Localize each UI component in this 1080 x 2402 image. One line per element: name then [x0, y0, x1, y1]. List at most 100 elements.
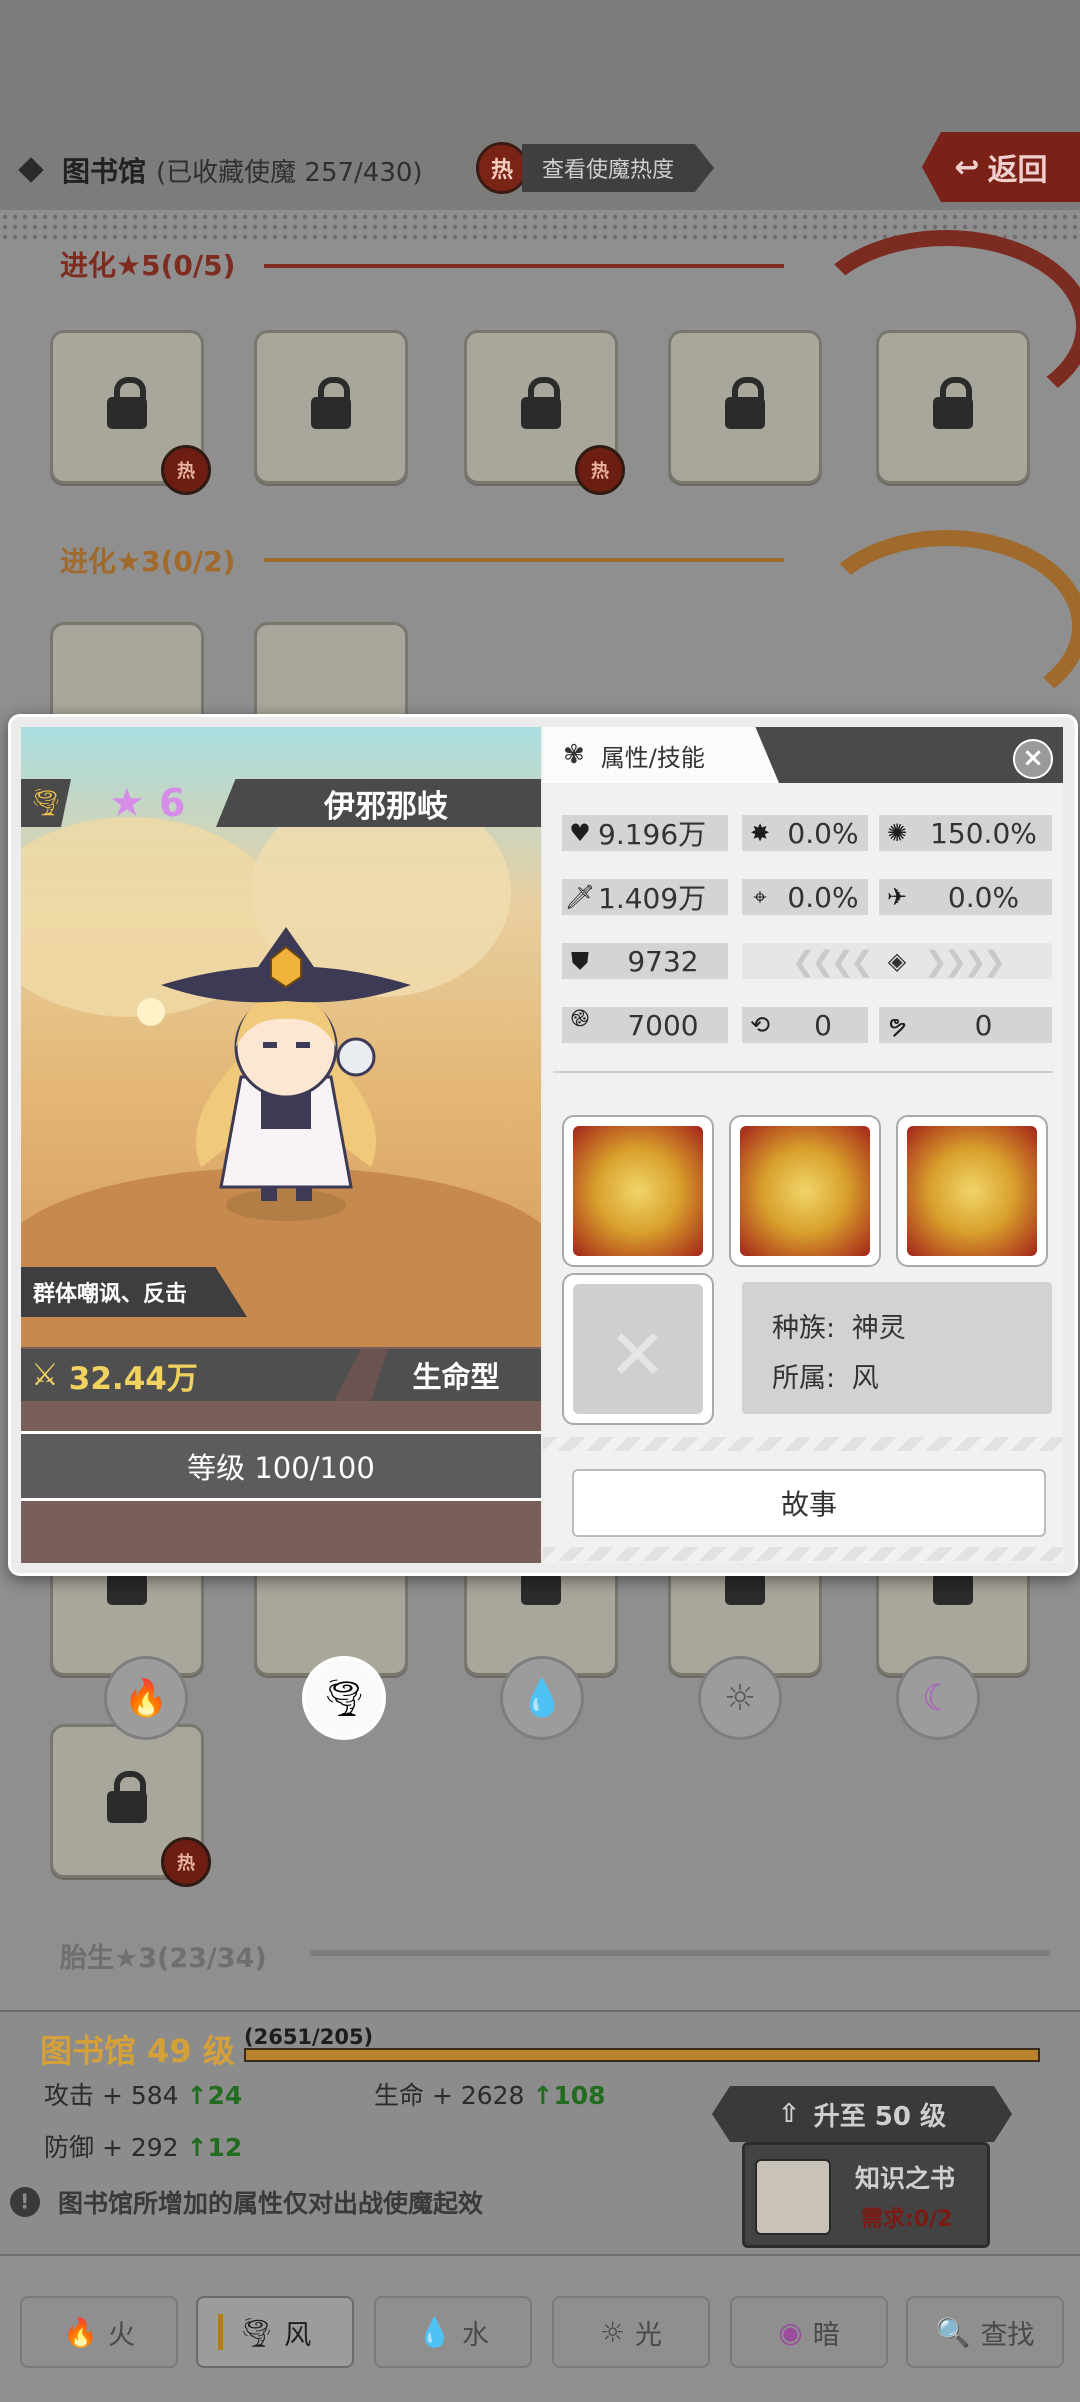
tab-dark[interactable]: ◉ 暗	[730, 2296, 888, 2368]
element-filter-water[interactable]: 💧	[500, 1656, 584, 1740]
library-defense-bonus: 防御 + 292 ↑12	[44, 2128, 242, 2164]
collection-slot-locked[interactable]	[876, 330, 1030, 484]
element-filter-dark[interactable]: ☾	[896, 1656, 980, 1740]
spiral-icon: ຯ	[887, 1011, 907, 1039]
star-icon: ★	[109, 780, 145, 826]
view-popularity-button[interactable]: 热 查看使魔热度	[476, 142, 715, 194]
chevron-left-icon: ❮❮❮❮	[791, 944, 874, 978]
kick-icon: ⟲	[749, 1011, 771, 1039]
dark-icon: ☾	[921, 1677, 955, 1719]
collection-slot-locked[interactable]	[668, 330, 822, 484]
stat-attack: 🗡 1.409万	[562, 879, 728, 915]
wing-icon: ✈	[886, 883, 908, 911]
lock-icon	[521, 377, 561, 429]
collection-slot-locked[interactable]	[254, 330, 408, 484]
element-tab-bar: 🔥 火 🌪 风 💧 水 ☼ 光 ◉ 暗 🔍 查找	[0, 2254, 1080, 2402]
view-popularity-label: 查看使魔热度	[522, 144, 715, 192]
diamond-icon	[18, 157, 44, 183]
character-sprite	[137, 927, 411, 1221]
hp-bonus-text: 生命 + 2628	[374, 2081, 525, 2110]
zigzag-divider	[543, 1437, 1063, 1451]
stat-dodge: ✈ 0.0%	[879, 879, 1052, 915]
upgrade-library-button[interactable]: ⇧ 升至 50 级	[712, 2086, 1012, 2142]
book-title: 知识之书	[855, 2164, 956, 2193]
chevron-right-icon: ❯❯❯❯	[924, 944, 1006, 978]
power-bar: ⚔ 32.44万 生命型	[21, 1349, 541, 1401]
skill-slot-1[interactable]	[562, 1115, 714, 1267]
tab-dark-label: 暗	[812, 2319, 840, 2351]
element-filter-fire[interactable]: 🔥	[104, 1656, 188, 1740]
library-note-text: 图书馆所增加的属性仅对出战使魔起效	[58, 2189, 484, 2218]
section-evo3-line	[264, 558, 784, 562]
level-bar: 等级 100/100	[21, 1431, 541, 1501]
monster-detail-modal: 🌪 ★ 6 伊邪那岐 群体嘲讽、反击 ⚔ 32.44万 生命型 等级 100/1…	[8, 714, 1078, 1576]
library-hp-bonus: 生命 + 2628 ↑108	[374, 2076, 606, 2112]
belong-value: 风	[851, 1363, 879, 1394]
attack-bonus-text: 攻击 + 584	[44, 2081, 179, 2110]
sun-burst-icon: ✺	[886, 819, 908, 847]
close-button[interactable]: ×	[1013, 739, 1053, 779]
library-note: ! 图书馆所增加的属性仅对出战使魔起效	[3, 2180, 484, 2224]
monster-type: 生命型	[371, 1349, 541, 1401]
tab-header: ✾ 属性/技能 ×	[543, 727, 1063, 783]
lock-icon	[107, 1553, 147, 1605]
stat-crit-rate: ✸ 0.0%	[742, 815, 868, 851]
library-exp-fill	[246, 2050, 1038, 2060]
section-evo5-title: 进化★5(0/5)	[60, 249, 236, 282]
tab-fire[interactable]: 🔥 火	[20, 2296, 178, 2368]
lock-icon	[725, 377, 765, 429]
lock-icon	[107, 377, 147, 429]
swords-icon: ⚔	[31, 1357, 59, 1393]
burst-icon: ✸	[749, 819, 771, 847]
return-arrow-icon: ↩	[954, 149, 980, 185]
belong-label: 所属:	[772, 1363, 836, 1394]
element-badge: 🌪	[21, 779, 71, 827]
section-evo3-title: 进化★3(0/2)	[60, 545, 236, 578]
element-filter-wind[interactable]: 🌪	[302, 1656, 386, 1740]
tab-search[interactable]: 🔍 查找	[906, 2296, 1064, 2368]
tab-label: 属性/技能	[600, 743, 705, 772]
back-button[interactable]: ↩ 返回	[922, 132, 1080, 202]
collection-slot-locked[interactable]: 热	[50, 330, 211, 495]
hp-bonus-increase: 108	[553, 2081, 606, 2110]
tab-attributes-skills[interactable]: ✾ 属性/技能	[543, 727, 779, 783]
dark-icon: ◉	[778, 2315, 803, 2349]
collection-slot-locked[interactable]: 热	[464, 330, 625, 495]
zigzag-divider	[543, 1547, 1063, 1561]
skill-slot-3[interactable]	[896, 1115, 1048, 1267]
defense-bonus-increase: 12	[207, 2133, 243, 2162]
stat-hp: ♥ 9.196万	[562, 815, 728, 851]
combat-power: ⚔ 32.44万	[21, 1349, 361, 1401]
x-mark-icon: ✕	[608, 1314, 667, 1396]
shield-icon: ⛊	[571, 947, 589, 975]
tab-search-label: 查找	[980, 2319, 1035, 2351]
knowledge-book-requirement[interactable]: 知识之书 需求:0/2	[742, 2142, 990, 2248]
up-arrow-icon: ↑	[186, 2081, 208, 2110]
tab-light[interactable]: ☼ 光	[552, 2296, 710, 2368]
wind-icon: 🌪	[321, 1678, 367, 1719]
tab-water[interactable]: 💧 水	[374, 2296, 532, 2368]
heart-icon: ♥	[569, 819, 591, 847]
skill-slot-empty[interactable]: ✕	[562, 1273, 714, 1425]
wind-icon: 🌪	[238, 2315, 275, 2349]
tab-wind[interactable]: 🌪 风	[196, 2296, 354, 2368]
tab-wind-label: 风	[284, 2319, 312, 2351]
lock-icon	[521, 1553, 561, 1605]
skill-slot-2[interactable]	[729, 1115, 881, 1267]
skill-icon	[573, 1126, 703, 1256]
story-button[interactable]: 故事	[572, 1469, 1046, 1537]
warning-icon: !	[3, 2180, 47, 2224]
water-icon: 💧	[417, 2315, 452, 2349]
active-tab-indicator	[218, 2314, 223, 2350]
book-icon	[755, 2159, 831, 2235]
lock-icon	[933, 377, 973, 429]
star-count: 6	[159, 781, 186, 825]
section-evo5-line	[264, 264, 784, 268]
race-label: 种族:	[772, 1313, 836, 1344]
library-level-title: 图书馆 49 级	[40, 2032, 235, 2070]
element-filter-light[interactable]: ☼	[698, 1656, 782, 1740]
up-arrow-icon: ⇧	[777, 2099, 800, 2129]
collection-slot-locked[interactable]: 热	[50, 1724, 211, 1887]
swirl-wind-icon: ࿌	[570, 1003, 590, 1032]
sword-icon: 🗡	[564, 883, 596, 911]
